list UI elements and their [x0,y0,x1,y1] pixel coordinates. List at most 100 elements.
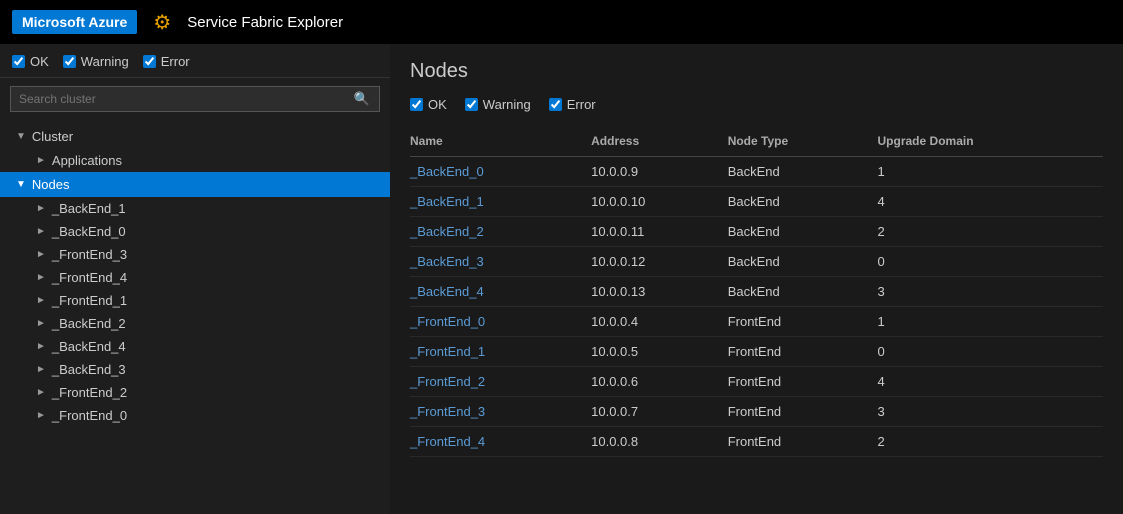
tree-child-label: _FrontEnd_2 [52,385,127,400]
search-input[interactable] [10,86,380,112]
content-filter-warning-label: Warning [483,97,531,112]
chevron-right-icon: ► [36,387,46,398]
cell-upgrade-domain: 0 [878,337,1103,367]
tree-child-item[interactable]: ► _BackEnd_2 [0,312,390,335]
tree-child-label: _FrontEnd_4 [52,270,127,285]
cell-upgrade-domain: 1 [878,307,1103,337]
cell-address: 10.0.0.5 [591,337,728,367]
search-button[interactable]: 🔍 [350,89,374,109]
tree-child-label: _FrontEnd_1 [52,293,127,308]
node-link[interactable]: _BackEnd_0 [410,164,484,179]
table-row: _FrontEnd_1 10.0.0.5 FrontEnd 0 [410,337,1103,367]
chevron-right-icon: ► [36,318,46,329]
content-filter-warning-checkbox[interactable] [465,98,478,111]
node-link[interactable]: _BackEnd_1 [410,194,484,209]
tree-child-item[interactable]: ►_BackEnd_0 [0,220,390,243]
cell-name[interactable]: _FrontEnd_2 [410,367,591,397]
tree-child-item[interactable]: ► _BackEnd_1 [0,197,390,220]
chevron-right-icon: ► [36,364,46,375]
table-header-row: Name Address Node Type Upgrade Domain [410,128,1103,157]
sidebar-filter-error[interactable]: Error [143,54,190,69]
content-area: Nodes OK Warning Error Name Address [390,44,1123,514]
cell-name[interactable]: _BackEnd_3 [410,247,591,277]
node-link[interactable]: _FrontEnd_0 [410,314,485,329]
main-layout: OK Warning Error 🔍 ▼ Cluster ► A [0,44,1123,514]
content-filter-warning[interactable]: Warning [465,97,531,112]
cell-node-type: BackEnd [728,217,878,247]
col-node-type: Node Type [728,128,878,157]
chevron-right-icon: ► [36,203,46,214]
table-row: _BackEnd_2 10.0.0.11 BackEnd 2 [410,217,1103,247]
app-icon: ⚙ [153,10,171,35]
sidebar-filter-error-checkbox[interactable] [143,55,156,68]
content-filter-ok[interactable]: OK [410,97,447,112]
sidebar-filter-warning-checkbox[interactable] [63,55,76,68]
cell-node-type: FrontEnd [728,307,878,337]
cell-address: 10.0.0.10 [591,187,728,217]
node-link[interactable]: _BackEnd_3 [410,254,484,269]
node-link[interactable]: _BackEnd_4 [410,284,484,299]
table-row: _BackEnd_1 10.0.0.10 BackEnd 4 [410,187,1103,217]
content-filter-ok-checkbox[interactable] [410,98,423,111]
content-filter-error-checkbox[interactable] [549,98,562,111]
sidebar-filter-ok[interactable]: OK [12,54,49,69]
sidebar-filter-ok-label: OK [30,54,49,69]
content-filter-error[interactable]: Error [549,97,596,112]
chevron-down-icon: ▼ [16,131,26,142]
node-link[interactable]: _BackEnd_2 [410,224,484,239]
cell-name[interactable]: _FrontEnd_4 [410,427,591,457]
cell-upgrade-domain: 3 [878,277,1103,307]
tree-child-item[interactable]: ► _FrontEnd_2 [0,381,390,404]
cell-upgrade-domain: 2 [878,427,1103,457]
cell-node-type: FrontEnd [728,337,878,367]
node-link[interactable]: _FrontEnd_1 [410,344,485,359]
node-link[interactable]: _FrontEnd_3 [410,404,485,419]
tree-child-item[interactable]: ► _FrontEnd_3 [0,243,390,266]
cell-upgrade-domain: 1 [878,157,1103,187]
cell-name[interactable]: _BackEnd_4 [410,277,591,307]
content-filter-ok-label: OK [428,97,447,112]
chevron-right-icon: ► [36,295,46,306]
sidebar-filter-warning[interactable]: Warning [63,54,129,69]
table-row: _BackEnd_4 10.0.0.13 BackEnd 3 [410,277,1103,307]
tree-child-label: _BackEnd_1 [52,201,126,216]
content-filter-error-label: Error [567,97,596,112]
cell-address: 10.0.0.11 [591,217,728,247]
tree-item-nodes[interactable]: ▼ Nodes [0,172,390,197]
chevron-right-icon: ► [36,226,46,237]
cell-name[interactable]: _FrontEnd_1 [410,337,591,367]
cell-node-type: FrontEnd [728,397,878,427]
node-link[interactable]: _FrontEnd_4 [410,434,485,449]
cell-name[interactable]: _BackEnd_2 [410,217,591,247]
cell-name[interactable]: _BackEnd_1 [410,187,591,217]
cell-address: 10.0.0.9 [591,157,728,187]
tree-child-label: _FrontEnd_3 [52,247,127,262]
node-link[interactable]: _FrontEnd_2 [410,374,485,389]
tree-item-cluster[interactable]: ▼ Cluster [0,124,390,149]
cell-upgrade-domain: 2 [878,217,1103,247]
tree-child-label: _BackEnd_2 [52,316,126,331]
tree-child-item[interactable]: ►_FrontEnd_0 [0,404,390,427]
col-address: Address [591,128,728,157]
table-row: _FrontEnd_3 10.0.0.7 FrontEnd 3 [410,397,1103,427]
cell-name[interactable]: _BackEnd_0 [410,157,591,187]
applications-label: Applications [52,153,122,168]
content-filter-bar: OK Warning Error [410,97,1103,112]
sidebar-filter-ok-checkbox[interactable] [12,55,25,68]
sidebar-filter-bar: OK Warning Error [0,44,390,78]
cell-upgrade-domain: 4 [878,367,1103,397]
cell-address: 10.0.0.6 [591,367,728,397]
cell-name[interactable]: _FrontEnd_3 [410,397,591,427]
chevron-right-icon: ► [36,249,46,260]
tree-item-applications[interactable]: ► Applications [0,149,390,172]
tree-child-item[interactable]: ►_BackEnd_4 [0,335,390,358]
sidebar: OK Warning Error 🔍 ▼ Cluster ► A [0,44,390,514]
page-title: Nodes [410,60,1103,83]
tree-child-item[interactable]: ► _FrontEnd_1 [0,289,390,312]
tree-children: ►_BackEnd_1►_BackEnd_0►_FrontEnd_3►_Fron… [0,197,390,427]
table-row: _FrontEnd_0 10.0.0.4 FrontEnd 1 [410,307,1103,337]
cell-node-type: FrontEnd [728,427,878,457]
tree-child-item[interactable]: ►_BackEnd_3 [0,358,390,381]
tree-child-item[interactable]: ►_FrontEnd_4 [0,266,390,289]
cell-name[interactable]: _FrontEnd_0 [410,307,591,337]
